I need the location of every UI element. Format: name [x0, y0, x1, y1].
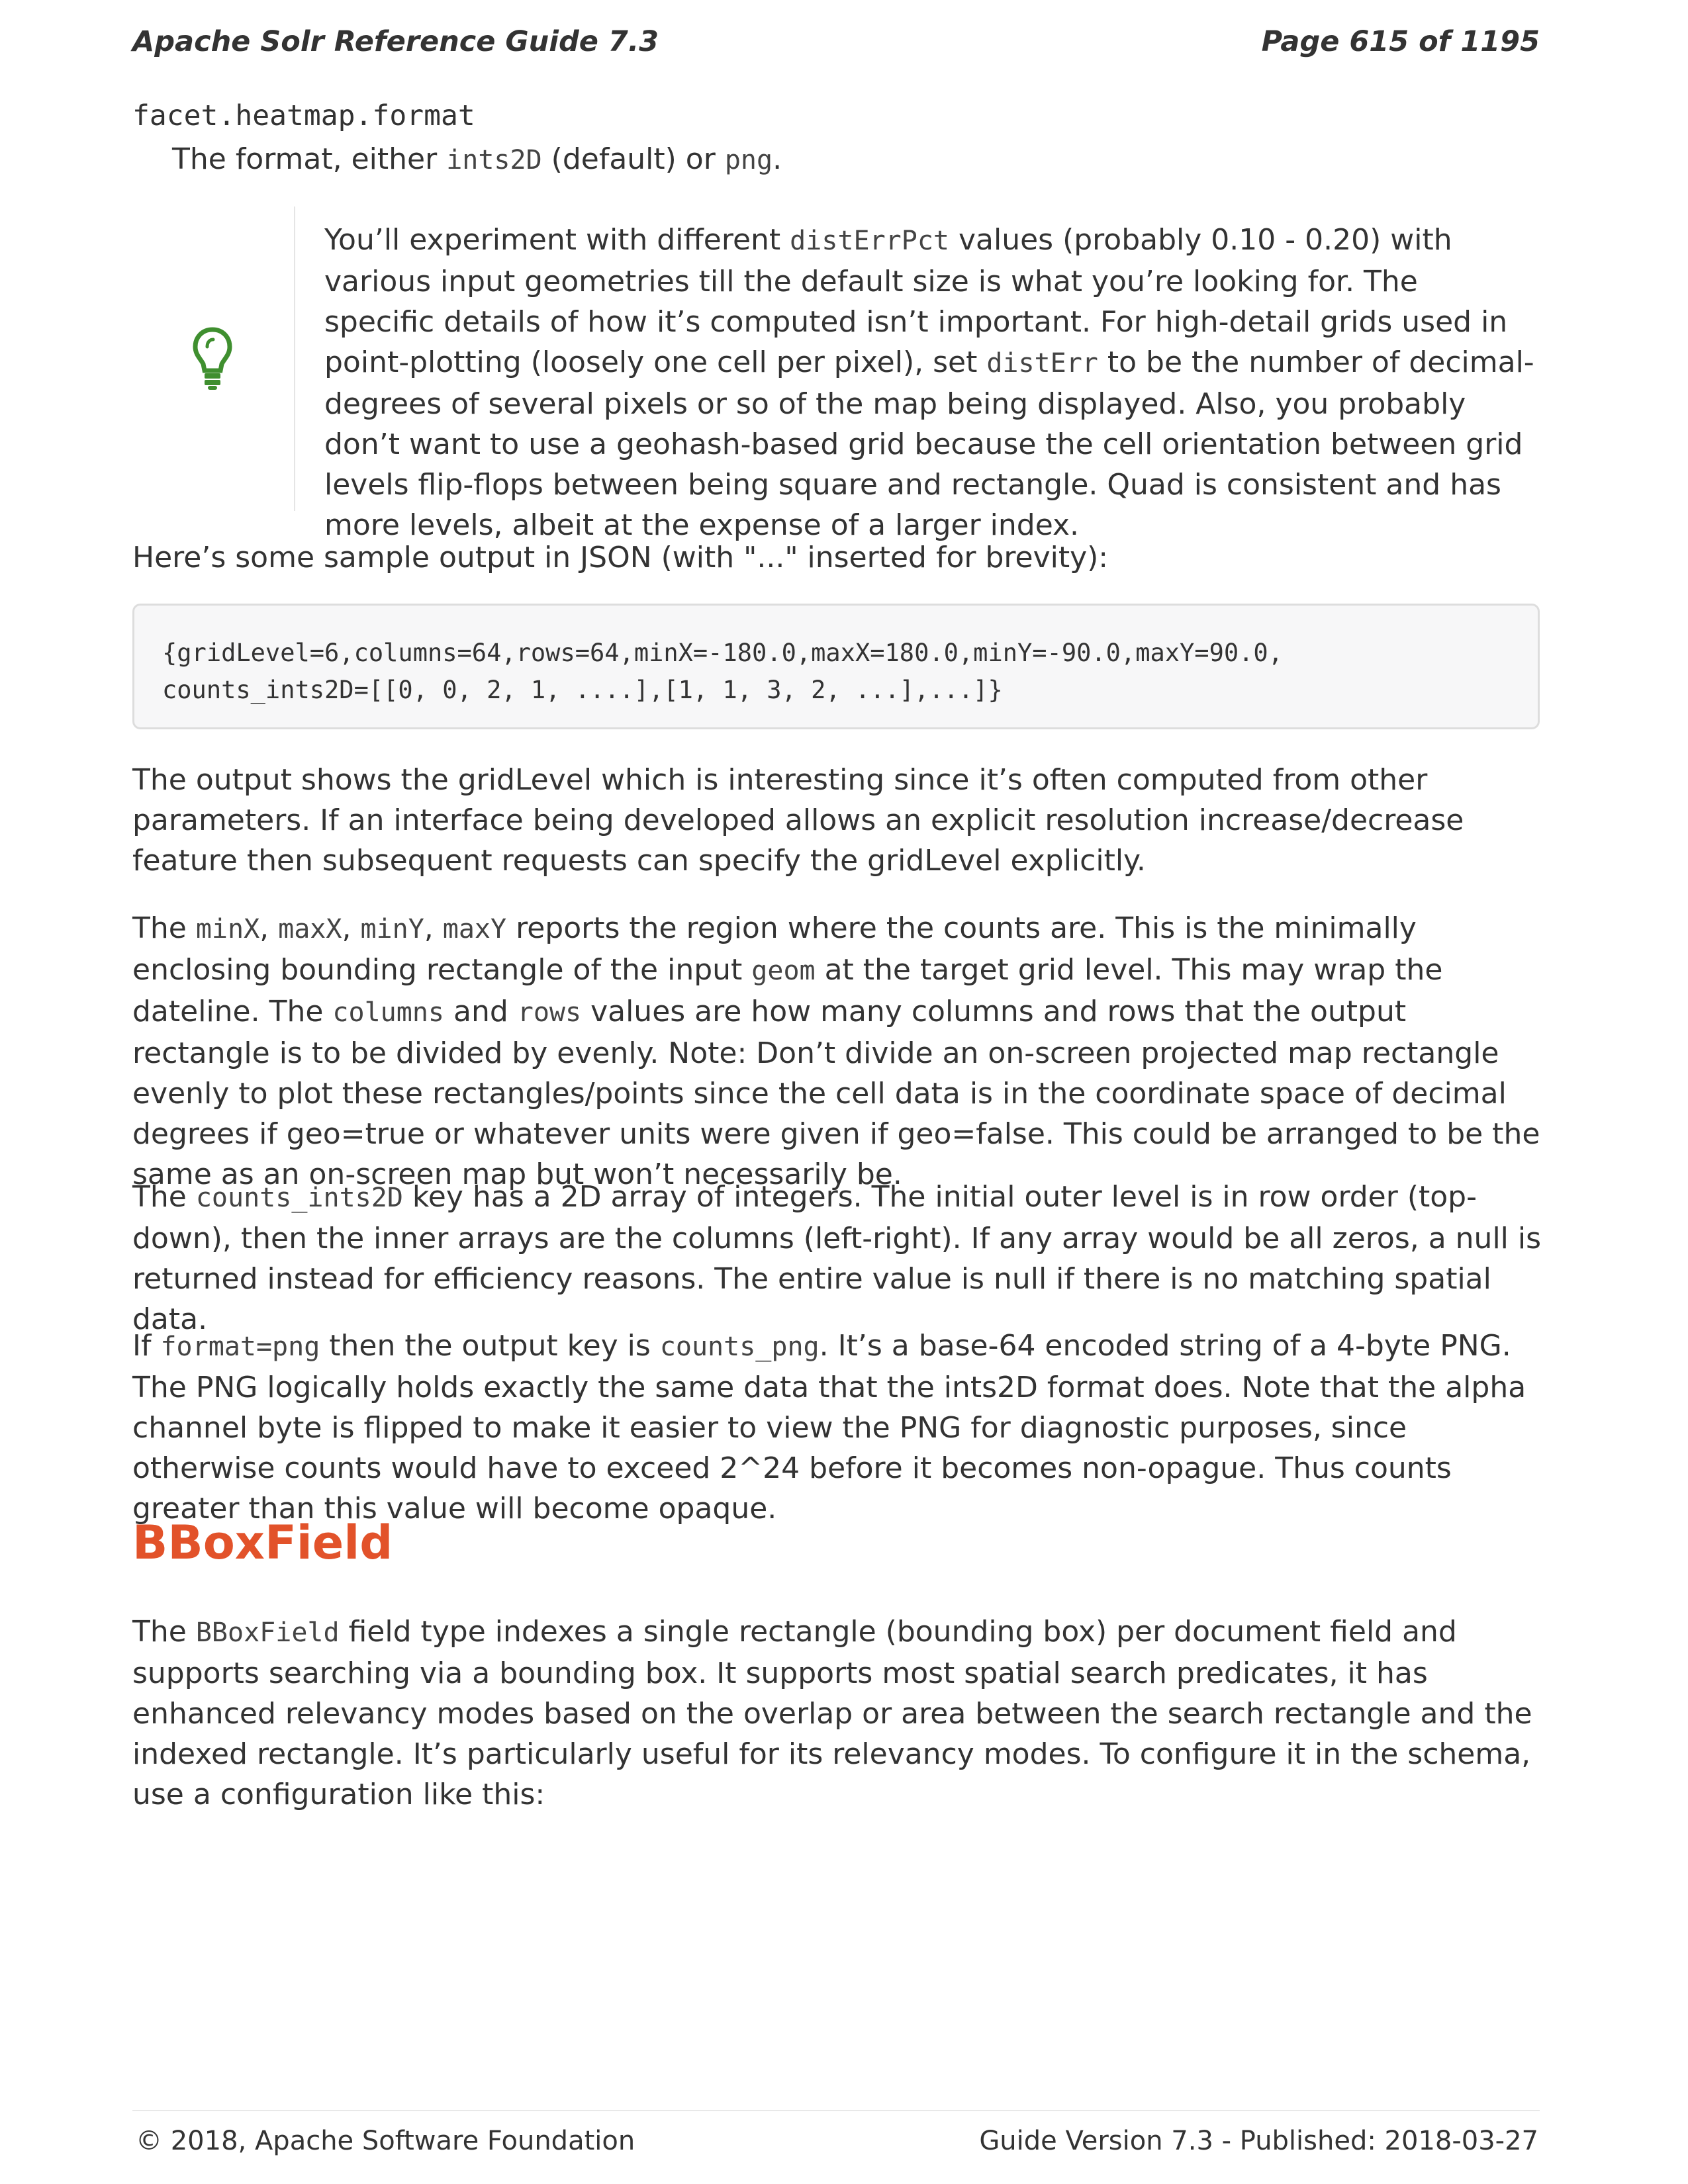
lightbulb-icon — [193, 327, 232, 390]
tip-text: You’ll experiment with different distErr… — [324, 223, 1534, 542]
paragraph-counts: The counts_ints2D key has a 2D array of … — [132, 1180, 1542, 1336]
footer-version: Guide Version 7.3 - Published: 2018-03-2… — [979, 2126, 1538, 2156]
paragraph-png: If format=png then the output key is cou… — [132, 1329, 1526, 1525]
code-sample: {gridLevel=6,columns=64,rows=64,minX=-18… — [162, 639, 1283, 704]
footer-copyright: © 2018, Apache Software Foundation — [136, 2126, 635, 2156]
footer-divider — [132, 2110, 1540, 2111]
paragraph-gridlevel: The output shows the gridLevel which is … — [132, 763, 1464, 878]
section-heading: BBoxField — [132, 1516, 393, 1570]
sample-intro: Here’s some sample output in JSON (with … — [132, 541, 1109, 574]
paragraph-minmax: The minX, maxX, minY, maxY reports the r… — [132, 911, 1540, 1191]
header-guide-title: Apache Solr Reference Guide 7.3 — [132, 25, 659, 58]
paragraph-bboxfield: The BBoxField field type indexes a singl… — [132, 1615, 1532, 1811]
tip-divider — [294, 206, 295, 511]
param-description: The format, either ints2D (default) or p… — [172, 142, 782, 176]
tip-admonition: You’ll experiment with different distErr… — [132, 206, 1540, 542]
param-name: facet.heatmap.format — [132, 99, 475, 132]
header-page-number: Page 615 of 1195 — [1261, 25, 1540, 58]
code-block: {gridLevel=6,columns=64,rows=64,minX=-18… — [132, 604, 1540, 729]
